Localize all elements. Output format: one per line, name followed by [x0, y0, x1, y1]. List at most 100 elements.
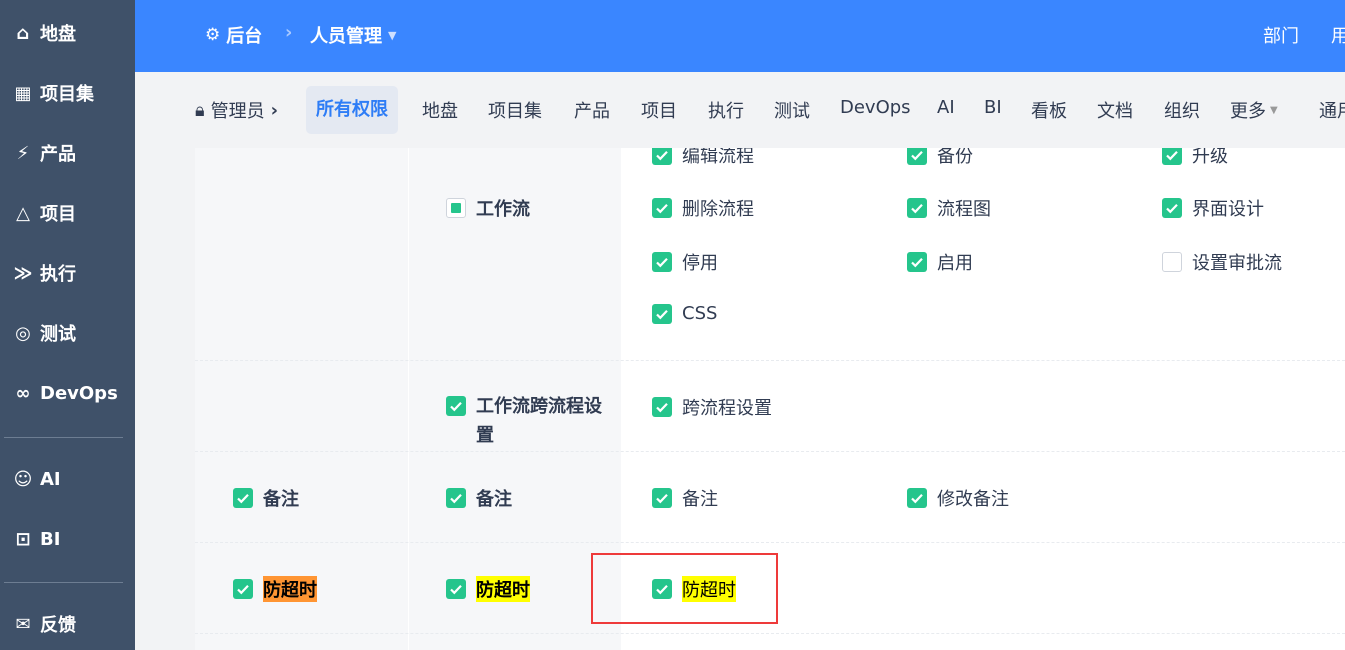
checkbox-checked-icon — [652, 397, 672, 417]
checkbox-label: 跨流程设置 — [682, 398, 772, 419]
permission-checkbox[interactable]: 停用 — [652, 249, 718, 275]
nav-user[interactable]: 用 — [1331, 22, 1345, 48]
checkbox-label: 工作流 — [476, 199, 530, 220]
group-checkbox-crossflow[interactable]: 工作流跨流程设置 — [446, 392, 606, 450]
checkbox-checked-icon — [1162, 148, 1182, 165]
sidebar-item-qa[interactable]: ◎ 测试 — [12, 318, 76, 348]
permission-checkbox[interactable]: 启用 — [907, 249, 973, 275]
checkbox-label: 备注 — [263, 489, 299, 510]
permission-checkbox[interactable]: 修改备注 — [907, 485, 1009, 511]
caret-down-icon: ▼ — [1270, 104, 1278, 116]
top-header: ⚙ 后台 › 人员管理 ▼ 部门 用 — [135, 0, 1345, 72]
permission-checkbox[interactable]: CSS — [652, 303, 717, 324]
permission-checkbox[interactable]: 界面设计 — [1162, 195, 1264, 221]
checkbox-checked-icon — [446, 488, 466, 508]
group-checkbox-workflow[interactable]: 工作流 — [446, 195, 530, 221]
checkbox-label: 界面设计 — [1192, 199, 1264, 220]
row-divider — [195, 451, 1345, 452]
chevron-right-icon: › — [270, 99, 278, 121]
robot-icon: ☺ — [13, 468, 33, 490]
checkbox-icon — [446, 198, 466, 218]
tab-devops[interactable]: DevOps — [840, 97, 911, 118]
run-icon: ≫ — [13, 262, 33, 284]
label: 人员管理 — [310, 26, 382, 47]
checkbox-label: 备注 — [682, 489, 718, 510]
tab-project[interactable]: 项目 — [641, 97, 677, 123]
label: 更多 — [1230, 101, 1266, 122]
module-checkbox-note[interactable]: 备注 — [233, 485, 299, 511]
checkbox-checked-icon — [652, 303, 672, 324]
checkbox-label: 备注 — [476, 489, 512, 510]
label: 项目 — [40, 204, 76, 225]
test-icon: ◎ — [15, 322, 31, 344]
label: 部门 — [1263, 26, 1299, 47]
checkbox-checked-icon — [652, 198, 672, 218]
tab-org[interactable]: 组织 — [1164, 97, 1200, 123]
tab-ai[interactable]: AI — [937, 97, 955, 118]
checkbox-label: 启用 — [937, 253, 973, 274]
checkbox-checked-icon — [907, 252, 927, 272]
sidebar-item-feedback[interactable]: ✉ 反馈 — [12, 609, 76, 639]
checkbox-checked-icon — [233, 579, 253, 599]
bulb-icon: ⚡ — [16, 142, 30, 164]
label: 项目集 — [40, 84, 94, 105]
module-checkbox-timeout[interactable]: 防超时 — [233, 576, 317, 602]
home-icon: ⌂ — [16, 22, 30, 44]
sidebar-divider — [4, 437, 123, 438]
section-dropdown[interactable]: 人员管理 ▼ — [310, 22, 396, 48]
tab-general[interactable]: 通用 — [1319, 97, 1345, 123]
tab-product[interactable]: 产品 — [574, 97, 610, 123]
checkbox-checked-icon — [1162, 198, 1182, 218]
feedback-icon: ✉ — [15, 613, 31, 635]
sidebar-item-devops[interactable]: ∞ DevOps — [12, 378, 118, 408]
checkbox-checked-icon — [446, 396, 466, 416]
sidebar-item-program[interactable]: ▦ 项目集 — [12, 78, 94, 108]
sidebar-item-ai[interactable]: ☺ AI — [12, 464, 61, 494]
checkbox-label: 流程图 — [937, 199, 991, 220]
sub-navigation: 🔒︎ 管理员 › 所有权限 地盘 项目集 产品 项目 执行 测试 DevOps AI… — [135, 72, 1345, 148]
tab-my[interactable]: 地盘 — [422, 97, 458, 123]
lock-icon: 🔒︎ — [195, 99, 205, 121]
tab-doc[interactable]: 文档 — [1097, 97, 1133, 123]
tab-qa[interactable]: 测试 — [774, 97, 810, 123]
sidebar-item-product[interactable]: ⚡ 产品 — [12, 138, 76, 168]
checkbox-checked-icon — [652, 252, 672, 272]
sidebar-item-bi[interactable]: ⊡ BI — [12, 524, 60, 554]
caret-down-icon: ▼ — [388, 28, 397, 42]
tab-program[interactable]: 项目集 — [488, 97, 542, 123]
group-checkbox-timeout[interactable]: 防超时 — [446, 576, 530, 602]
checkbox-checked-icon — [652, 488, 672, 508]
sidebar-item-my[interactable]: ⌂ 地盘 — [12, 18, 76, 48]
checkbox-label: 删除流程 — [682, 199, 754, 220]
permission-checkbox[interactable]: 跨流程设置 — [652, 394, 772, 420]
tab-bi[interactable]: BI — [984, 97, 1002, 118]
permission-checkbox[interactable]: 删除流程 — [652, 195, 754, 221]
breadcrumb-admin[interactable]: 🔒︎ 管理员 › — [195, 97, 278, 123]
chart-icon: ⊡ — [15, 528, 31, 550]
tab-kanban[interactable]: 看板 — [1031, 97, 1067, 123]
row-divider — [195, 542, 1345, 543]
nav-dept[interactable]: 部门 — [1263, 22, 1299, 48]
row-divider — [195, 633, 1345, 634]
permission-checkbox[interactable]: 备注 — [652, 485, 718, 511]
infinity-icon: ∞ — [15, 382, 31, 404]
checkbox-checked-icon — [652, 148, 672, 165]
sidebar-item-execution[interactable]: ≫ 执行 — [12, 258, 76, 288]
permission-checkbox[interactable]: 流程图 — [907, 195, 991, 221]
checkbox-checked-icon — [233, 488, 253, 508]
breadcrumb-home[interactable]: ⚙ 后台 — [205, 22, 262, 48]
label: 用 — [1331, 26, 1345, 47]
permission-checkbox[interactable]: 设置审批流 — [1162, 249, 1282, 275]
label: AI — [40, 468, 61, 490]
tab-more[interactable]: 更多 ▼ — [1230, 97, 1278, 123]
tab-execution[interactable]: 执行 — [708, 97, 744, 123]
label: 执行 — [40, 264, 76, 285]
group-checkbox-note[interactable]: 备注 — [446, 485, 512, 511]
label: 反馈 — [40, 615, 76, 636]
label: BI — [40, 528, 61, 550]
sidebar-item-project[interactable]: △ 项目 — [12, 198, 76, 228]
checkbox-checked-icon — [907, 198, 927, 218]
tab-all-privileges[interactable]: 所有权限 — [306, 86, 398, 134]
label: 地盘 — [40, 24, 76, 45]
checkbox-icon — [1162, 252, 1182, 272]
